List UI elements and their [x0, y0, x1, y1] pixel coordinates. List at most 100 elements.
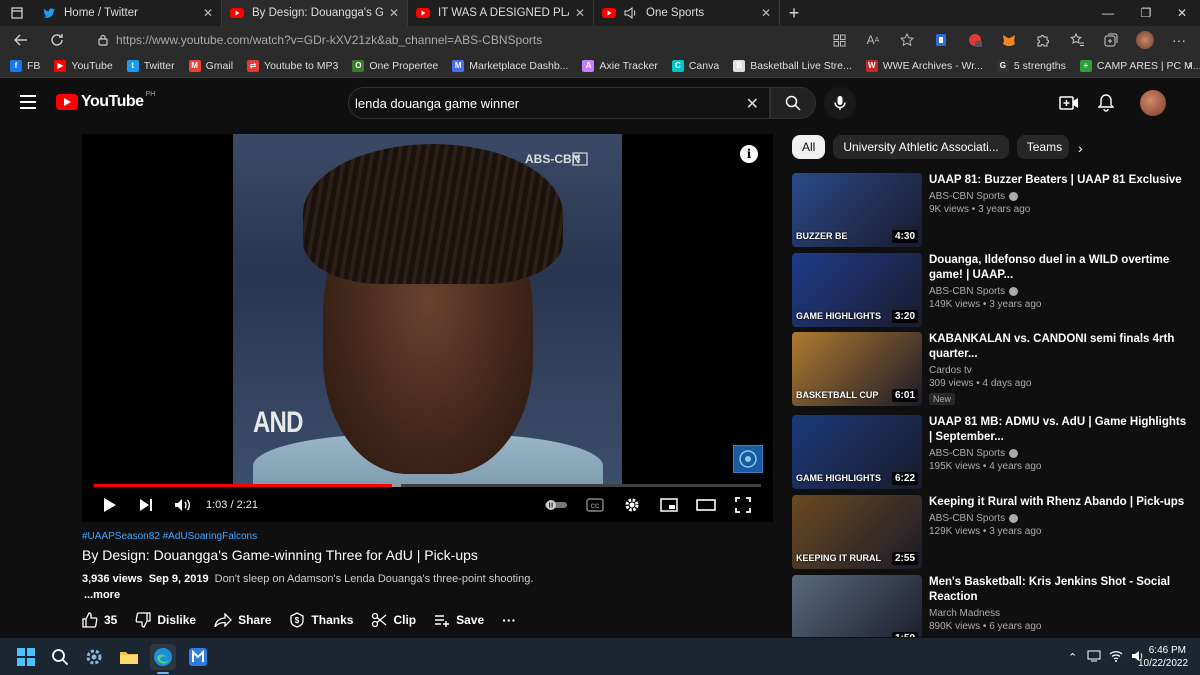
extensions-puzzle-icon[interactable] [1026, 26, 1060, 54]
info-icon[interactable]: i [740, 145, 758, 163]
filter-chip[interactable]: All [792, 135, 826, 159]
bookmark-item[interactable]: B Basketball Live Stre... [733, 59, 852, 72]
autoplay-toggle[interactable] [543, 494, 569, 516]
progress-bar[interactable] [94, 484, 761, 487]
filter-chip[interactable]: Teams [1016, 135, 1069, 159]
recommended-video-title[interactable]: UAAP 81: Buzzer Beaters | UAAP 81 Exclus… [929, 173, 1189, 188]
clip-button[interactable]: Clip [371, 612, 416, 628]
malwarebytes-icon[interactable] [185, 644, 211, 670]
favorite-star-icon[interactable] [890, 26, 924, 54]
channel-name-row[interactable]: ABS-CBN Sports [929, 286, 1189, 297]
display-icon[interactable] [1087, 650, 1101, 665]
wifi-icon[interactable] [1109, 650, 1123, 665]
bookmark-item[interactable]: M Marketplace Dashb... [452, 59, 568, 72]
windows-start-icon[interactable] [13, 644, 39, 670]
search-icon[interactable] [47, 644, 73, 670]
channel-watermark-icon[interactable] [733, 445, 763, 473]
recommended-video[interactable]: GAME HIGHLIGHTS 3:20 Douanga, Ildefonso du… [792, 253, 1192, 327]
dislike-button[interactable]: Dislike [135, 612, 196, 628]
file-explorer-icon[interactable] [116, 644, 142, 670]
fullscreen-button[interactable] [732, 494, 754, 516]
channel-name-row[interactable]: ABS-CBN Sports [929, 448, 1189, 459]
apps-grid-icon[interactable] [822, 26, 856, 54]
video-thumbnail[interactable]: KEEPING IT RURAL 2:55 [792, 495, 922, 569]
recommended-video[interactable]: 1:59 Men's Basketball: Kris Jenkins Shot … [792, 575, 1192, 637]
filter-chip[interactable]: University Athletic Associati... [833, 135, 1009, 159]
bookmark-item[interactable]: t Twitter [126, 59, 175, 72]
bookmark-item[interactable]: W WWE Archives - Wr... [865, 59, 983, 72]
channel-name-row[interactable]: ABS-CBN Sports [929, 191, 1189, 202]
menu-icon[interactable] [20, 95, 36, 113]
recommended-video-title[interactable]: Douanga, Ildefonso duel in a WILD overti… [929, 253, 1189, 283]
clear-search-icon[interactable]: ✕ [746, 94, 759, 114]
channel-name-row[interactable]: ABS-CBN Sports [929, 513, 1189, 524]
youtube-logo[interactable]: YouTube PH [56, 91, 155, 111]
next-button[interactable] [136, 494, 156, 516]
settings-button[interactable] [621, 494, 643, 516]
taskbar-clock[interactable]: 6:46 PM 10/22/2022 [1138, 644, 1188, 670]
notifications-bell-icon[interactable] [1094, 91, 1118, 115]
extension-badge-icon[interactable] [958, 26, 992, 54]
account-avatar[interactable] [1140, 90, 1166, 116]
tab-one-sports[interactable]: One Sports ✕ [594, 0, 780, 26]
url-field[interactable]: https://www.youtube.com/watch?v=GDr-kXV2… [90, 28, 820, 52]
video-thumbnail[interactable]: GAME HIGHLIGHTS 6:22 [792, 415, 922, 489]
favorites-list-icon[interactable] [1060, 26, 1094, 54]
show-more-link[interactable]: ...more [84, 589, 120, 601]
bookmarks-more-icon[interactable]: › [1188, 58, 1192, 72]
extension-shield-icon[interactable] [924, 26, 958, 54]
restore-icon[interactable]: ❐ [1126, 0, 1166, 26]
video-thumbnail[interactable]: BASKETBALL CUP 6:01 [792, 332, 922, 406]
recommended-video-title[interactable]: KABANKALAN vs. CANDONI semi finals 4rth … [929, 332, 1189, 362]
video-player[interactable]: AND ABS-CBN i 1:03 / 2:21 CC [82, 134, 773, 522]
create-video-icon[interactable] [1057, 91, 1081, 115]
expand-miniplayer-icon[interactable] [572, 152, 588, 171]
thanks-button[interactable]: $ Thanks [289, 612, 353, 628]
subtitles-button[interactable]: CC [584, 494, 606, 516]
bookmark-item[interactable]: C Canva [671, 59, 719, 72]
recommended-video[interactable]: KEEPING IT RURAL 2:55 Keeping it Rural wit… [792, 495, 1192, 569]
refresh-icon[interactable] [40, 26, 74, 54]
close-icon[interactable]: ✕ [389, 6, 399, 20]
recommended-video-title[interactable]: Men's Basketball: Kris Jenkins Shot - So… [929, 575, 1189, 605]
tab-actions-icon[interactable] [0, 0, 34, 26]
miniplayer-button[interactable] [658, 494, 680, 516]
edge-browser-icon[interactable] [150, 644, 176, 670]
chevron-up-icon[interactable]: ⌃ [1068, 651, 1077, 664]
recommended-video[interactable]: GAME HIGHLIGHTS 6:22 UAAP 81 MB: ADMU vs. … [792, 415, 1192, 489]
collections-icon[interactable] [1094, 26, 1128, 54]
back-arrow-icon[interactable] [4, 26, 38, 54]
close-icon[interactable]: ✕ [575, 6, 585, 20]
more-options-icon[interactable]: ··· [1162, 26, 1196, 54]
read-aloud-icon[interactable]: AA [856, 26, 890, 54]
bookmark-item[interactable]: + CAMP ARES | PC M... [1079, 59, 1200, 72]
recommended-video-title[interactable]: UAAP 81 MB: ADMU vs. AdU | Game Highligh… [929, 415, 1189, 445]
bookmark-item[interactable]: f FB [10, 59, 40, 72]
chevron-right-icon[interactable]: › [1078, 140, 1083, 156]
close-window-icon[interactable]: ✕ [1162, 0, 1200, 26]
lock-icon[interactable] [90, 34, 116, 46]
bookmark-item[interactable]: A Axie Tracker [582, 59, 658, 72]
channel-name-row[interactable]: March Madness [929, 608, 1189, 619]
new-tab-button[interactable]: + [780, 3, 808, 24]
video-thumbnail[interactable]: 1:59 [792, 575, 922, 637]
recommended-video-title[interactable]: Keeping it Rural with Rhenz Abando | Pic… [929, 495, 1189, 510]
tab-youtube-designed-play[interactable]: IT WAS A DESIGNED PLAY (but n ✕ [408, 0, 594, 26]
play-button[interactable] [100, 494, 120, 516]
bookmark-item[interactable]: M Gmail [188, 59, 233, 72]
profile-avatar[interactable] [1128, 26, 1162, 54]
video-thumbnail[interactable]: BUZZER BE 4:30 [792, 173, 922, 247]
channel-name-row[interactable]: Cardos tv [929, 365, 1189, 376]
tab-youtube-active[interactable]: By Design: Douangga's Game-wi ✕ [222, 0, 408, 26]
share-button[interactable]: Share [214, 613, 271, 627]
search-input[interactable]: lenda douanga game winner ✕ [348, 87, 770, 119]
video-thumbnail[interactable]: GAME HIGHLIGHTS 3:20 [792, 253, 922, 327]
video-meta[interactable]: 3,936 views Sep 9, 2019 Don't sleep on Ad… [82, 573, 533, 585]
search-button[interactable] [770, 87, 816, 119]
bookmark-item[interactable]: O One Propertee [352, 59, 438, 72]
voice-search-button[interactable] [824, 87, 856, 119]
like-button[interactable]: 35 [82, 612, 117, 628]
settings-gear-icon[interactable] [81, 644, 107, 670]
close-icon[interactable]: ✕ [761, 6, 771, 20]
metamask-fox-icon[interactable] [992, 26, 1026, 54]
